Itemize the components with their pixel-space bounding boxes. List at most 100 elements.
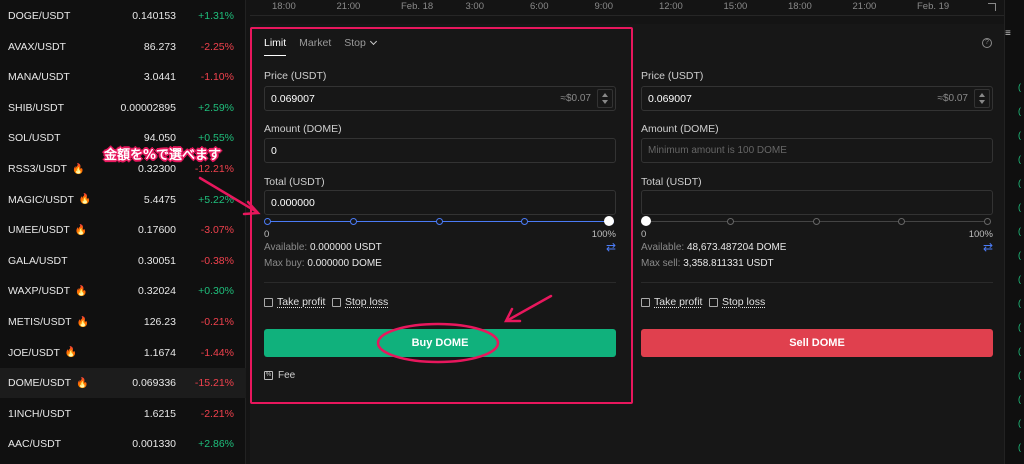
- time-tick: Feb. 18: [401, 1, 434, 12]
- market-price: 0.32024: [138, 285, 176, 298]
- market-change: -0.38%: [200, 254, 234, 267]
- market-price: 0.17600: [138, 224, 176, 237]
- market-change: +1.31%: [198, 10, 234, 22]
- transfer-icon[interactable]: ⇄: [983, 240, 993, 254]
- market-change: +0.55%: [198, 132, 234, 145]
- tab-limit[interactable]: Limit: [264, 37, 287, 56]
- annotation-label: 金額を%で選べます: [104, 148, 222, 163]
- help-icon[interactable]: ?: [982, 38, 992, 48]
- sell-available-label: Available:: [641, 242, 685, 253]
- sell-button[interactable]: Sell DOME: [641, 329, 993, 357]
- market-row[interactable]: AVAX/USDT 86.273 -2.25%: [0, 32, 246, 62]
- buy-take-profit-checkbox[interactable]: Take profit: [264, 296, 325, 308]
- buy-stop-loss-checkbox[interactable]: Stop loss: [332, 296, 388, 308]
- fire-icon: 🔥: [74, 224, 88, 236]
- buy-amount-value: 0: [271, 144, 277, 157]
- tab-stop-label: Stop: [344, 37, 366, 49]
- slider-handle[interactable]: [604, 216, 614, 226]
- buy-percent-slider[interactable]: [264, 216, 614, 227]
- buy-slider-min: 0: [264, 229, 270, 240]
- buy-price-input[interactable]: 0.069007 ≈$0.07: [264, 86, 616, 111]
- buy-total-input[interactable]: 0.000000: [264, 190, 616, 215]
- buy-price-usd-estimate: ≈$0.07: [560, 93, 591, 104]
- edge-indicator: (: [1018, 442, 1021, 452]
- market-row[interactable]: METIS/USDT 🔥 126.23 -0.21%: [0, 307, 246, 337]
- checkbox-icon: [264, 297, 273, 307]
- slider-step-75[interactable]: [898, 218, 906, 225]
- edge-indicator: (: [1018, 370, 1021, 380]
- sell-percent-slider[interactable]: [641, 216, 991, 227]
- market-pair: WAXP/USDT 🔥: [8, 285, 87, 297]
- checkbox-icon: [709, 297, 718, 307]
- market-row[interactable]: WAXP/USDT 🔥 0.32024 +0.30%: [0, 276, 246, 306]
- fire-icon: 🔥: [76, 377, 89, 389]
- fee-icon: %: [264, 371, 273, 380]
- market-row[interactable]: AAC/USDT 0.001330 +2.86%: [0, 429, 246, 459]
- slider-step-25[interactable]: [726, 218, 734, 225]
- market-row[interactable]: JOE/USDT 🔥 1.1674 -1.44%: [0, 338, 246, 368]
- tab-market[interactable]: Market: [299, 37, 331, 56]
- sell-price-stepper[interactable]: [974, 89, 990, 108]
- market-price: 5.4475: [143, 193, 176, 206]
- slider-step-100[interactable]: [984, 218, 991, 225]
- fee-label: Fee: [278, 370, 296, 381]
- market-pair: 1INCH/USDT: [8, 408, 71, 420]
- market-row[interactable]: UMEE/USDT 🔥 0.17600 -3.07%: [0, 215, 246, 245]
- slider-step-75[interactable]: [521, 218, 529, 225]
- sell-amount-input[interactable]: Minimum amount is 100 DOME: [641, 138, 993, 163]
- buy-max-value: 0.000000 DOME: [307, 258, 382, 269]
- slider-step-25[interactable]: [349, 218, 357, 225]
- buy-max-label: Max buy:: [264, 258, 305, 269]
- market-row[interactable]: DOGE/USDT 0.140153 +1.31%: [0, 1, 246, 31]
- slider-step-50[interactable]: [435, 218, 443, 225]
- market-price: 0.32300: [138, 163, 176, 175]
- market-row[interactable]: DOME/USDT 🔥 0.069336 -15.21%: [0, 368, 246, 399]
- order-panel: Limit Market Stop ? Price (USDT) 0.06900…: [250, 24, 1004, 464]
- sell-max-value: 3,358.811331 USDT: [683, 258, 774, 269]
- market-row[interactable]: GALA/USDT 0.30051 -0.38%: [0, 246, 246, 276]
- edge-indicator: (: [1018, 106, 1021, 116]
- time-tick: 15:00: [723, 1, 748, 12]
- sell-slider-min: 0: [641, 229, 647, 240]
- pair-label: AVAX/USDT: [8, 40, 66, 53]
- edge-indicator: (: [1018, 82, 1021, 92]
- checkbox-icon: [332, 297, 341, 307]
- menu-icon[interactable]: ≡: [1005, 28, 1011, 39]
- slider-handle[interactable]: [641, 216, 651, 226]
- transfer-icon[interactable]: ⇄: [606, 240, 616, 254]
- edge-indicator: (: [1018, 298, 1021, 308]
- edge-indicator: (: [1018, 250, 1021, 260]
- market-row[interactable]: MANA/USDT 3.0441 -1.10%: [0, 62, 246, 92]
- market-pair: SHIB/USDT: [8, 102, 64, 114]
- time-tick: 18:00: [788, 1, 812, 12]
- sell-slider-max: 100%: [968, 229, 993, 240]
- fire-icon: 🔥: [76, 316, 90, 328]
- sell-total-input[interactable]: [641, 190, 993, 215]
- sell-stop-loss-checkbox[interactable]: Stop loss: [709, 296, 765, 308]
- chart-time-axis: 18:00 21:00 Feb. 18 3:00 6:00 9:00 12:00 15:00 1…: [250, 0, 1004, 16]
- checkbox-icon: [641, 297, 650, 307]
- slider-step-0[interactable]: [264, 218, 271, 225]
- divider: [641, 282, 993, 283]
- tab-stop[interactable]: Stop: [344, 37, 377, 56]
- edge-indicator: (: [1018, 274, 1021, 284]
- market-row[interactable]: 1INCH/USDT 1.6215 -2.21%: [0, 399, 246, 429]
- market-pair: MANA/USDT: [8, 71, 70, 83]
- buy-button[interactable]: Buy DOME: [264, 329, 616, 357]
- sell-price-input[interactable]: 0.069007 ≈$0.07: [641, 86, 993, 111]
- buy-price-stepper[interactable]: [597, 89, 613, 108]
- expand-icon[interactable]: [988, 3, 996, 11]
- sell-take-profit-checkbox[interactable]: Take profit: [641, 296, 702, 308]
- market-row[interactable]: MAGIC/USDT 🔥 5.4475 +5.22%: [0, 185, 246, 215]
- pair-label: RSS3/USDT: [8, 163, 67, 175]
- market-price: 0.069336: [132, 377, 176, 390]
- fire-icon: 🔥: [71, 163, 85, 175]
- market-price: 0.00002895: [120, 101, 176, 114]
- market-row[interactable]: SHIB/USDT 0.00002895 +2.59%: [0, 93, 246, 123]
- buy-total-label: Total (USDT): [264, 176, 325, 188]
- fee-link[interactable]: % Fee: [264, 370, 295, 381]
- slider-step-50[interactable]: [812, 218, 820, 225]
- buy-available-label: Available:: [264, 242, 308, 253]
- sell-available-value: 48,673.487204 DOME: [686, 242, 787, 253]
- buy-amount-input[interactable]: 0: [264, 138, 616, 163]
